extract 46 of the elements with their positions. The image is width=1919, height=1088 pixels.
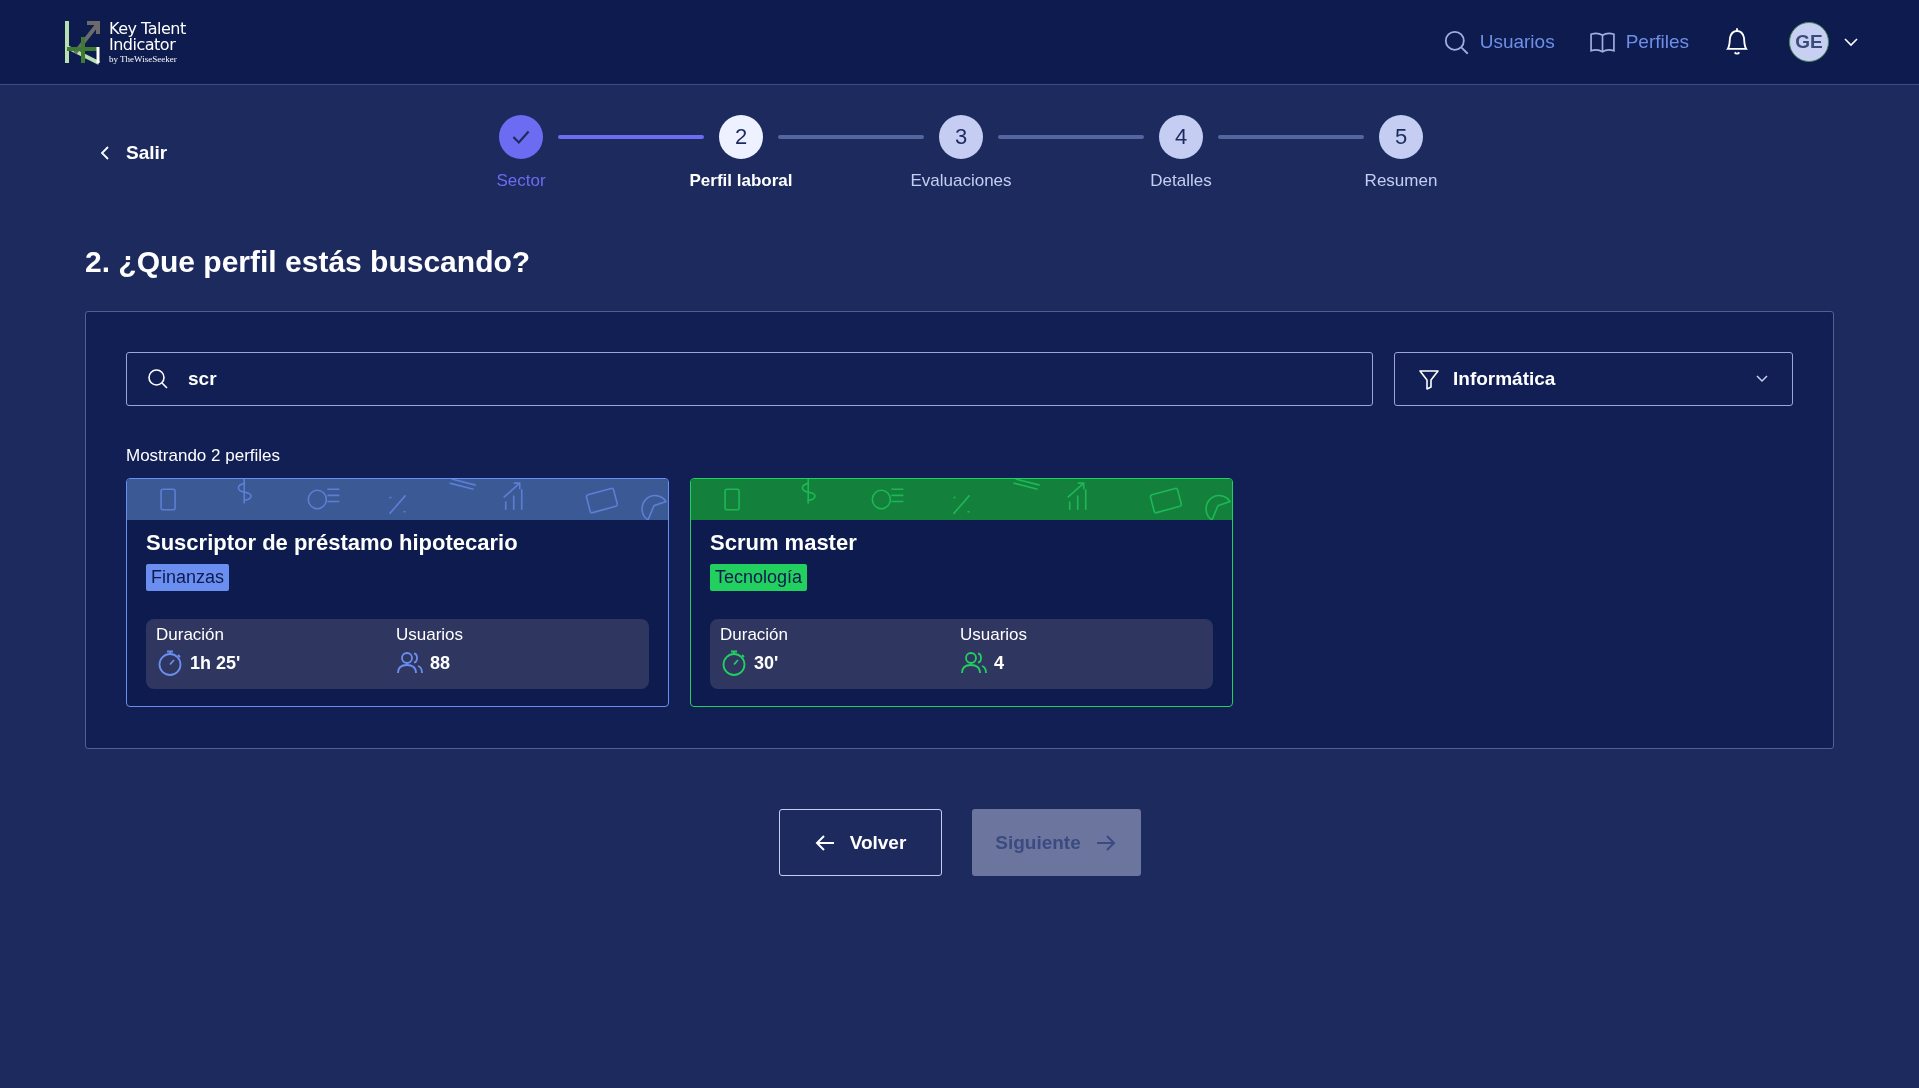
stat-value: 88 [430, 652, 451, 674]
stat-value: 4 [994, 652, 1004, 674]
search-field[interactable]: scr [126, 352, 1373, 406]
sector-dropdown[interactable]: Informática [1394, 352, 1793, 406]
step-label: Perfil laboral [688, 171, 794, 191]
chevron-left-icon [100, 145, 110, 161]
chevron-down-icon [1754, 374, 1770, 384]
stat-label: Usuarios [396, 625, 465, 645]
profile-card[interactable]: Suscriptor de préstamo hipotecario Finanzas Duración 1h 25' Usuarios 88 [126, 478, 669, 707]
category-tag: Finanzas [146, 564, 230, 591]
exit-link[interactable]: Salir [100, 142, 168, 164]
stat-label: Duración [720, 625, 790, 645]
step-label: Resumen [1363, 171, 1439, 191]
stopwatch-icon [720, 649, 748, 677]
page-heading: 2. ¿Que perfil estás buscando? [85, 245, 532, 279]
step-label: Sector [495, 171, 547, 191]
step-label: Detalles [1149, 171, 1213, 191]
filter-icon [1417, 367, 1441, 391]
nav-link[interactable]: Perfiles [1588, 28, 1689, 56]
profile-card[interactable]: Scrum master Tecnología Duración 30' Usuarios 4 [690, 478, 1233, 707]
step-number: 4 [1159, 115, 1203, 159]
brand-title: Key Talent [109, 20, 186, 37]
stopwatch-icon [156, 649, 184, 677]
user-avatar[interactable]: GE [1789, 22, 1829, 62]
step-label: Evaluaciones [909, 171, 1013, 191]
step-number: 2 [719, 115, 763, 159]
chevron-down-icon[interactable] [1843, 37, 1859, 47]
stat-value: 30' [754, 652, 779, 674]
arrow-left-icon [813, 833, 836, 852]
brand-byline: by TheWiseSeeker [109, 54, 178, 64]
profile-title: Suscriptor de préstamo hipotecario [146, 530, 519, 556]
bell-icon[interactable] [1723, 27, 1751, 57]
search-icon [146, 367, 170, 391]
arrow-right-icon [1094, 833, 1117, 852]
stat-label: Usuarios [960, 625, 1029, 645]
result-count: Mostrando 2 perfiles [126, 446, 282, 466]
brand-title: Indicator [109, 36, 177, 53]
stat-value: 1h 25' [190, 652, 241, 674]
back-button[interactable]: Volver [778, 809, 942, 876]
nav-link[interactable]: Usuarios [1442, 28, 1555, 56]
stat-label: Duración [156, 625, 226, 645]
category-tag: Tecnología [710, 564, 808, 591]
search-icon [1442, 28, 1470, 56]
profile-title: Scrum master [710, 530, 858, 556]
step-number: 5 [1379, 115, 1423, 159]
step-number: 3 [939, 115, 983, 159]
